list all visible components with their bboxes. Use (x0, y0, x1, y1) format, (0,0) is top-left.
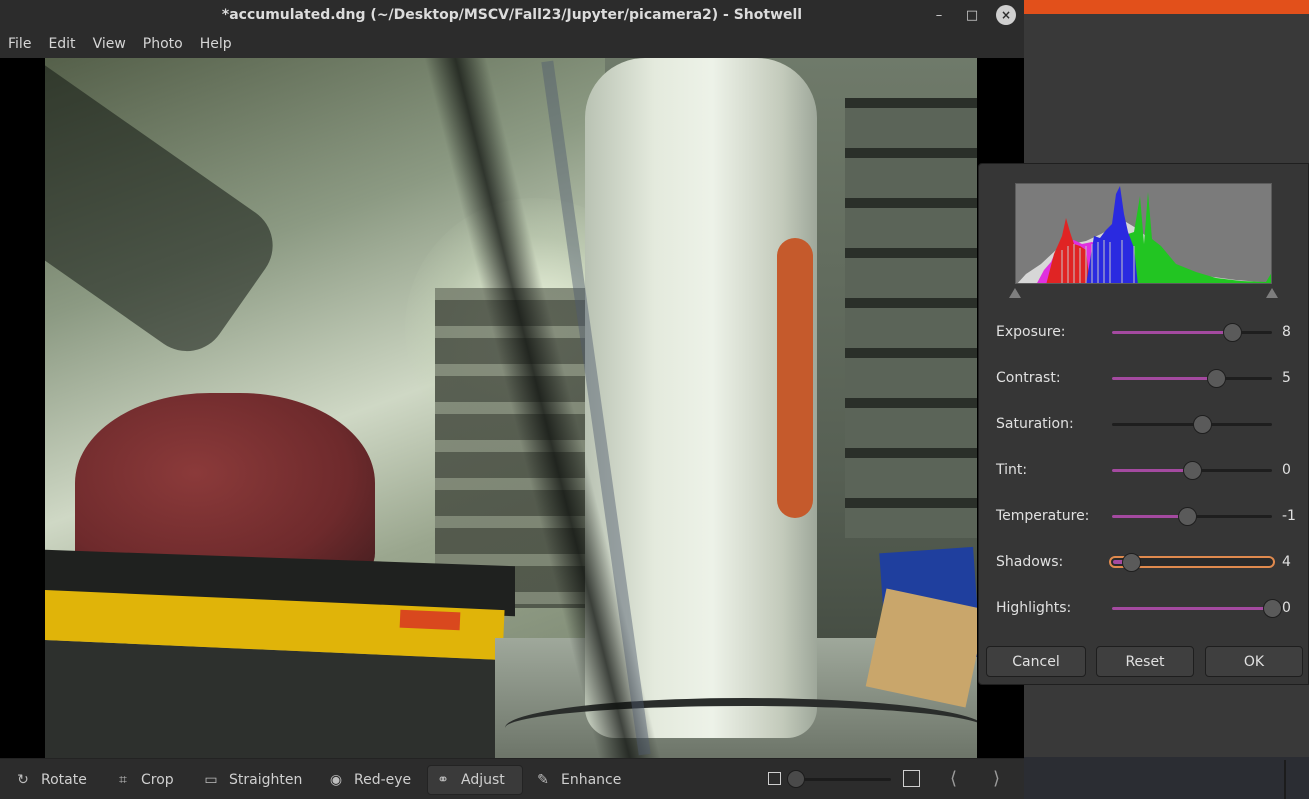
rotate-button[interactable]: ↻ Rotate (8, 765, 93, 795)
title-bar[interactable]: *accumulated.dng (~/Desktop/MSCV/Fall23/… (0, 0, 1024, 30)
temperature-slider-fill (1112, 515, 1187, 518)
photo-canvas[interactable] (45, 58, 977, 758)
adjust-button[interactable]: ⚭ Adjust (427, 765, 523, 795)
contrast-slider-fill (1112, 377, 1216, 380)
minimize-button[interactable]: – (929, 5, 949, 25)
photo-dark-band (45, 58, 289, 367)
photo-bottle-label (777, 238, 813, 518)
adjust-icon: ⚭ (437, 772, 449, 788)
menu-edit[interactable]: Edit (48, 36, 75, 52)
zoom-slider[interactable] (793, 778, 891, 781)
histogram-graph (1017, 186, 1271, 283)
enhance-button[interactable]: ✎ Enhance (528, 765, 627, 795)
crop-button[interactable]: ⌗ Crop (108, 765, 180, 795)
next-photo-button[interactable]: ⟩ (993, 768, 1000, 789)
highlights-value: 0 (1282, 600, 1291, 616)
tint-label: Tint: (996, 462, 1028, 478)
photo-cable (505, 698, 977, 758)
shadows-label: Shadows: (996, 554, 1064, 570)
enhance-label: Enhance (561, 772, 622, 788)
close-button[interactable]: × (996, 5, 1016, 25)
shotwell-window: *accumulated.dng (~/Desktop/MSCV/Fall23/… (0, 0, 1024, 799)
shadows-value: 4 (1282, 554, 1291, 570)
exposure-row: Exposure: 8 (979, 317, 1309, 347)
eye-icon: ◉ (329, 772, 343, 788)
zoom-in-icon[interactable] (903, 770, 920, 787)
saturation-label: Saturation: (996, 416, 1074, 432)
adjust-label: Adjust (461, 772, 505, 788)
red-eye-button[interactable]: ◉ Red-eye (321, 765, 417, 795)
photo-wood-board (865, 588, 977, 708)
desktop-panel (1024, 757, 1309, 799)
histogram-black-point-handle[interactable] (1009, 288, 1021, 298)
highlights-slider-thumb[interactable] (1263, 599, 1282, 618)
reset-button[interactable]: Reset (1096, 646, 1194, 677)
highlights-label: Highlights: (996, 600, 1072, 616)
highlights-slider-fill (1112, 607, 1272, 610)
menu-file[interactable]: File (8, 36, 31, 52)
saturation-row: Saturation: (979, 409, 1309, 439)
straighten-button[interactable]: ▭ Straighten (196, 765, 308, 795)
exposure-slider-fill (1112, 331, 1232, 334)
shadows-row: Shadows: 4 (979, 547, 1309, 577)
window-title: *accumulated.dng (~/Desktop/MSCV/Fall23/… (221, 7, 803, 23)
zoom-out-icon[interactable] (768, 772, 781, 785)
temperature-value: -1 (1282, 508, 1296, 524)
tint-value: 0 (1282, 462, 1291, 478)
contrast-slider-thumb[interactable] (1207, 369, 1226, 388)
tint-slider-thumb[interactable] (1183, 461, 1202, 480)
tint-slider-fill (1112, 469, 1192, 472)
photo-shelf-right (845, 98, 977, 538)
exposure-value: 8 (1282, 324, 1291, 340)
rotate-label: Rotate (41, 772, 87, 788)
highlights-slider[interactable] (1112, 607, 1272, 610)
saturation-slider-thumb[interactable] (1193, 415, 1212, 434)
exposure-label: Exposure: (996, 324, 1066, 340)
exposure-slider[interactable] (1112, 331, 1272, 334)
cancel-button[interactable]: Cancel (986, 646, 1086, 677)
menu-view[interactable]: View (93, 36, 126, 52)
menu-photo[interactable]: Photo (143, 36, 183, 52)
menu-help[interactable]: Help (200, 36, 232, 52)
adjust-dialog: Exposure: 8 Contrast: 5 Saturation: Tint: 0 Tem… (978, 163, 1309, 685)
straighten-icon: ▭ (204, 772, 218, 788)
histogram-white-point-handle[interactable] (1266, 288, 1278, 298)
temperature-label: Temperature: (996, 508, 1090, 524)
photo-box (45, 640, 515, 758)
previous-photo-button[interactable]: ⟨ (950, 768, 957, 789)
desktop-accent-bar (1024, 0, 1309, 14)
highlights-row: Highlights: 0 (979, 593, 1309, 623)
shadows-slider-thumb[interactable] (1122, 553, 1141, 572)
contrast-slider[interactable] (1112, 377, 1272, 380)
straighten-label: Straighten (229, 772, 303, 788)
photo-box-logo (399, 609, 461, 631)
zoom-slider-thumb[interactable] (787, 770, 805, 788)
maximize-button[interactable]: □ (962, 5, 982, 25)
exposure-slider-thumb[interactable] (1223, 323, 1242, 342)
temperature-row: Temperature: -1 (979, 501, 1309, 531)
desktop-panel-divider (1284, 760, 1286, 799)
crop-label: Crop (141, 772, 174, 788)
saturation-slider[interactable] (1112, 423, 1272, 426)
ok-button[interactable]: OK (1205, 646, 1303, 677)
menu-bar: File Edit View Photo Help (0, 30, 1024, 58)
screen: *accumulated.dng (~/Desktop/MSCV/Fall23/… (0, 0, 1309, 799)
red-eye-label: Red-eye (354, 772, 412, 788)
tint-row: Tint: 0 (979, 455, 1309, 485)
contrast-row: Contrast: 5 (979, 363, 1309, 393)
wand-icon: ✎ (537, 772, 549, 788)
histogram (1015, 183, 1272, 284)
rotate-icon: ↻ (17, 772, 29, 788)
contrast-value: 5 (1282, 370, 1291, 386)
crop-icon: ⌗ (119, 772, 127, 788)
temperature-slider-thumb[interactable] (1178, 507, 1197, 526)
contrast-label: Contrast: (996, 370, 1061, 386)
